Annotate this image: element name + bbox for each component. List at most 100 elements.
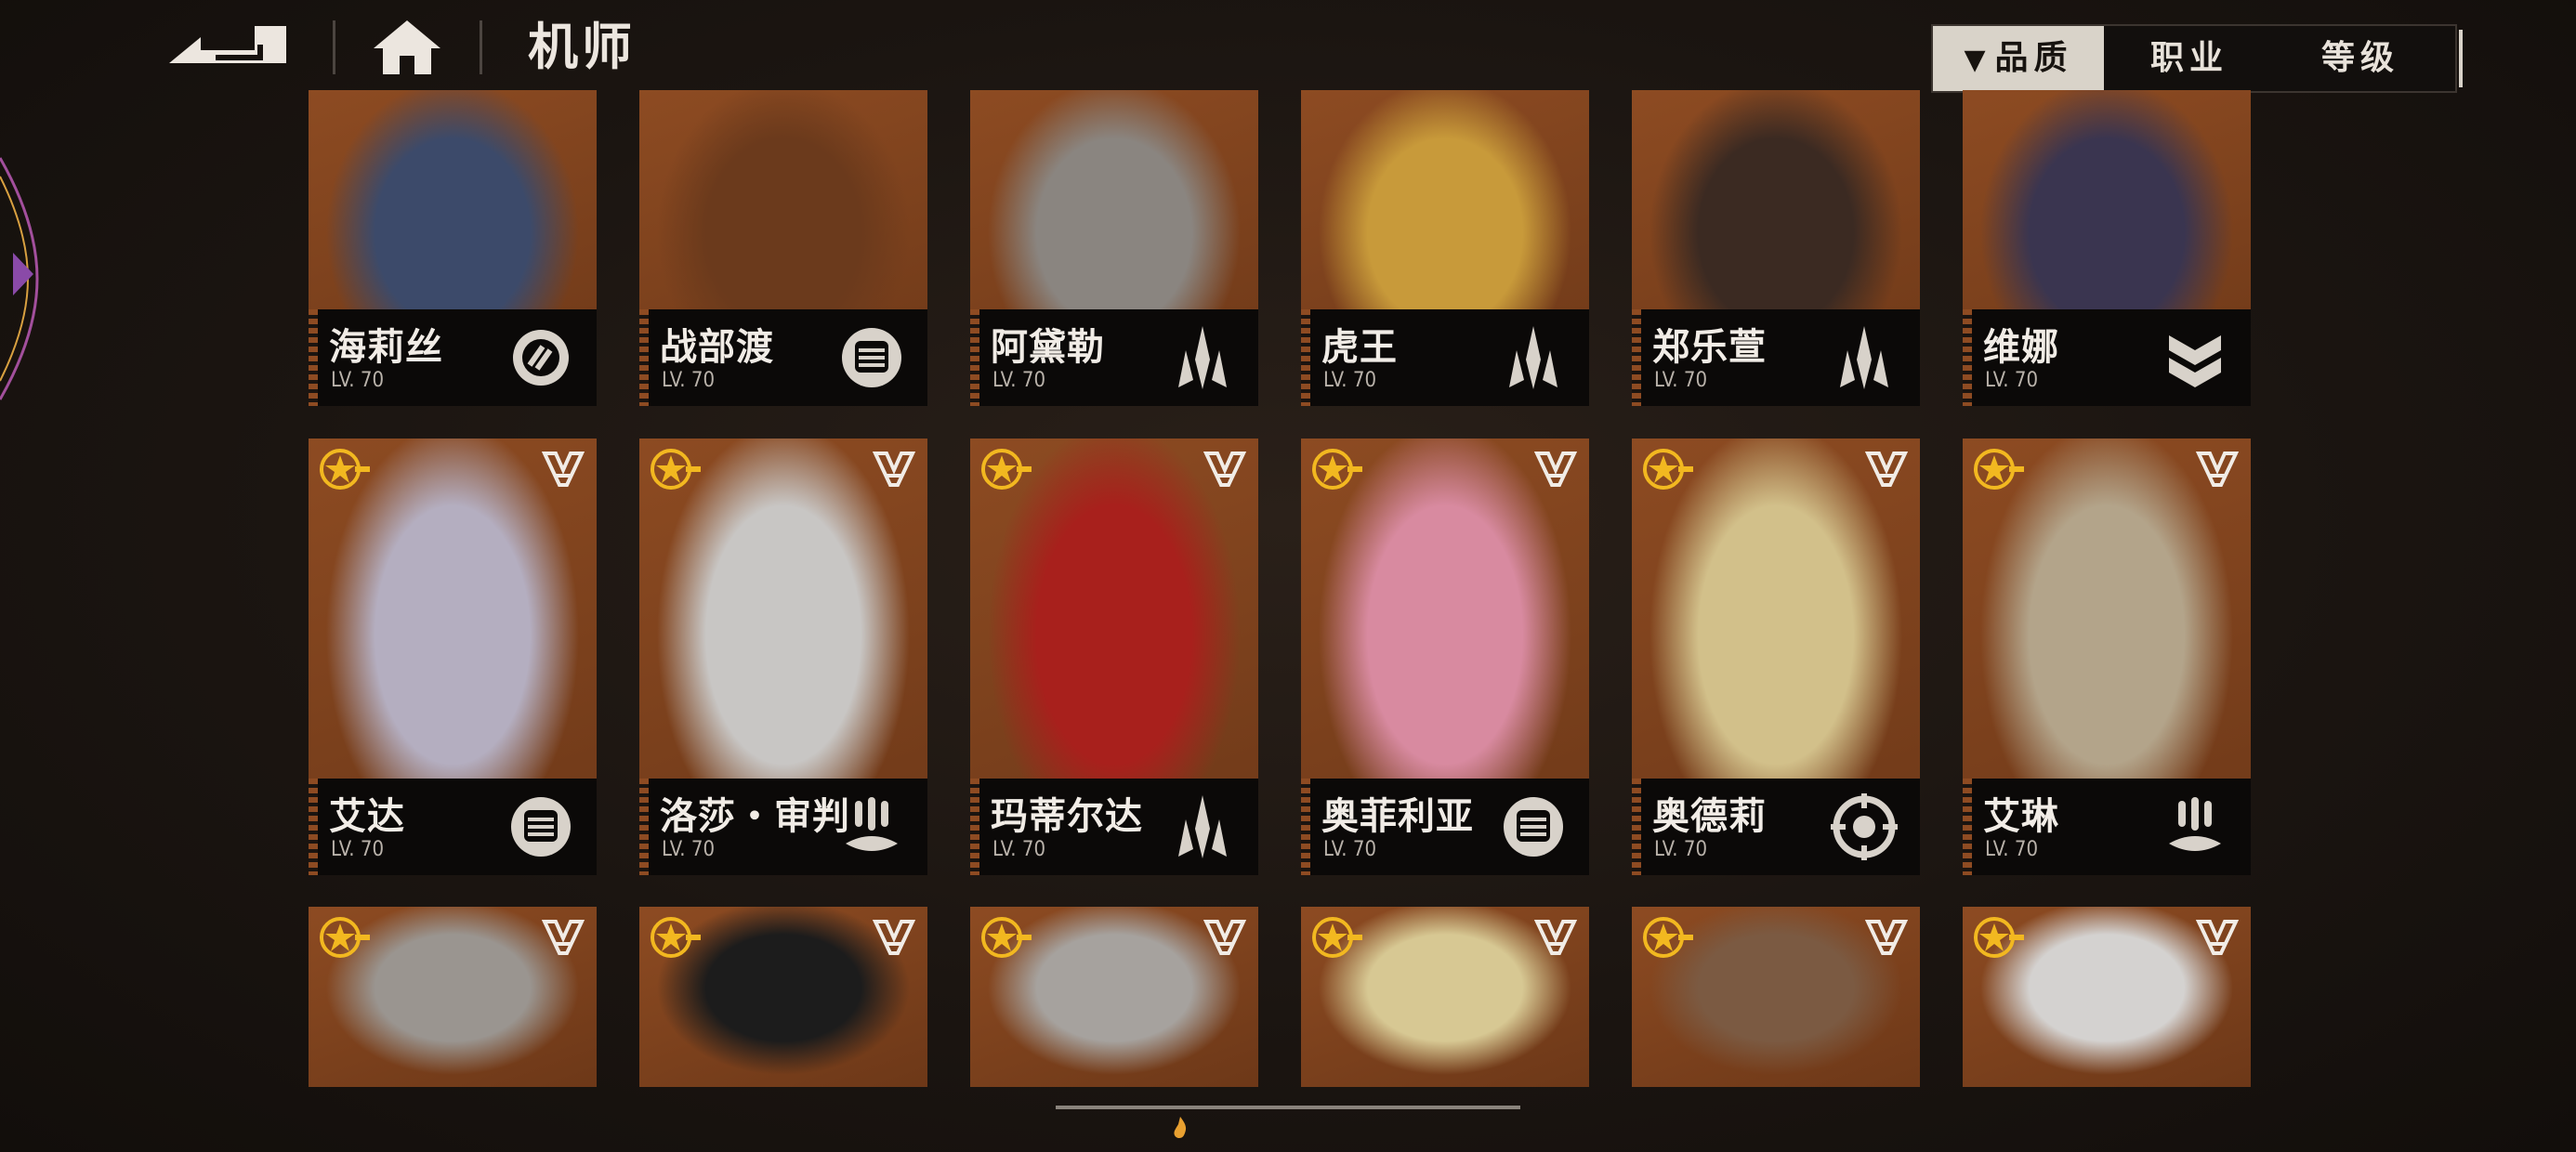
rank-star-icon <box>1643 449 1693 490</box>
pilot-card[interactable]: 郑乐萱 LV. 70 <box>1632 90 1920 406</box>
pilot-card[interactable] <box>1301 907 1589 1087</box>
pilot-name: 阿黛勒 <box>991 326 1105 369</box>
faction-emblem-icon <box>1533 920 1578 955</box>
pilot-name: 郑乐萱 <box>1652 326 1767 369</box>
pilot-level: LV. 70 <box>1323 838 1377 861</box>
sort-tab-level[interactable]: 等级 <box>2275 26 2446 91</box>
pilot-card[interactable]: 玛蒂尔达 LV. 70 <box>970 439 1258 875</box>
pilot-level: LV. 70 <box>662 369 716 392</box>
pilot-card[interactable]: 奥德莉 LV. 70 <box>1632 439 1920 875</box>
pilot-nameplate: 艾达 LV. 70 <box>309 779 597 875</box>
home-icon <box>374 20 440 74</box>
pilot-card[interactable]: 洛莎・审判 LV. 70 <box>639 439 927 875</box>
flame-marker-icon <box>1174 1117 1187 1138</box>
home-button[interactable] <box>370 15 444 80</box>
pilot-name: 虎王 <box>1321 326 1398 369</box>
faction-emblem-icon <box>1864 920 1909 955</box>
pilot-name: 艾达 <box>329 795 405 838</box>
rank-star-icon <box>651 449 701 490</box>
pilot-nameplate: 战部渡 LV. 70 <box>639 309 927 406</box>
chevron-rank-class-icon <box>2169 335 2221 387</box>
missile-class-icon <box>2169 797 2221 851</box>
pilot-card[interactable]: 阿黛勒 LV. 70 <box>970 90 1258 406</box>
pilot-nameplate: 虎王 LV. 70 <box>1301 309 1589 406</box>
pilot-level: LV. 70 <box>1654 838 1708 861</box>
pilot-card[interactable] <box>639 907 927 1087</box>
sort-tab-profession[interactable]: 职业 <box>2104 26 2275 91</box>
pilot-level: LV. 70 <box>1323 369 1377 392</box>
header-divider <box>480 20 482 74</box>
rank-star-icon <box>1643 917 1693 958</box>
roster-screen: 机师 ▼ 品质 职业 等级 海莉丝 LV. 70 战部渡 LV. 70 阿黛勒 LV. 70… <box>0 0 2576 1152</box>
rank-star-icon <box>320 449 370 490</box>
pilot-card[interactable]: 海莉丝 LV. 70 <box>309 90 597 406</box>
pilot-card[interactable] <box>1632 907 1920 1087</box>
pilot-card[interactable]: 艾琳 LV. 70 <box>1963 439 2251 875</box>
pilot-level: LV. 70 <box>662 838 716 861</box>
missile-class-icon <box>846 797 898 851</box>
pilot-name: 洛莎・审判 <box>660 795 850 838</box>
pilot-card[interactable]: 战部渡 LV. 70 <box>639 90 927 406</box>
faction-emblem-icon <box>2195 452 2240 487</box>
rank-star-icon <box>981 449 1032 490</box>
pilot-name: 战部渡 <box>660 326 774 369</box>
blade-class-icon <box>1840 326 1888 389</box>
pilot-nameplate: 艾琳 LV. 70 <box>1963 779 2251 875</box>
blade-class-icon <box>1178 326 1227 389</box>
scrollbar[interactable] <box>1056 1106 1520 1109</box>
faction-emblem-icon <box>2195 920 2240 955</box>
faction-emblem-icon <box>1864 452 1909 487</box>
rank-star-icon <box>1312 917 1362 958</box>
fist-class-icon <box>842 328 901 387</box>
pilot-card[interactable] <box>1963 907 2251 1087</box>
back-button[interactable] <box>158 17 297 76</box>
pilot-card[interactable]: 艾达 LV. 70 <box>309 439 597 875</box>
rank-star-icon <box>651 917 701 958</box>
pilot-nameplate: 维娜 LV. 70 <box>1963 309 2251 406</box>
rank-star-icon <box>1974 449 2024 490</box>
pilot-nameplate: 洛莎・审判 LV. 70 <box>639 779 927 875</box>
pilot-nameplate: 海莉丝 LV. 70 <box>309 309 597 406</box>
fist-class-icon <box>1504 797 1563 857</box>
pilot-card[interactable] <box>970 907 1258 1087</box>
pilot-nameplate: 阿黛勒 LV. 70 <box>970 309 1258 406</box>
faction-emblem-icon <box>872 452 916 487</box>
pilot-name: 奥菲利亚 <box>1321 795 1474 838</box>
pilot-level: LV. 70 <box>992 369 1046 392</box>
side-drawer-handle-icon[interactable] <box>0 139 65 418</box>
scrollbar-thumb[interactable] <box>1056 1106 1520 1109</box>
pilot-name: 玛蒂尔达 <box>991 795 1143 838</box>
pilot-card[interactable]: 奥菲利亚 LV. 70 <box>1301 439 1589 875</box>
pilot-nameplate: 玛蒂尔达 LV. 70 <box>970 779 1258 875</box>
pilot-level: LV. 70 <box>1985 369 2039 392</box>
blade-class-icon <box>1509 326 1557 389</box>
target-class-icon <box>1831 793 1898 860</box>
pilot-name: 奥德莉 <box>1652 795 1767 838</box>
faction-emblem-icon <box>1203 920 1247 955</box>
blade-class-icon <box>1178 795 1227 858</box>
page-title: 机师 <box>528 18 636 76</box>
pilot-name: 海莉丝 <box>329 326 443 369</box>
pilot-name: 维娜 <box>1983 326 2059 369</box>
fist-class-icon <box>511 797 571 857</box>
rank-star-icon <box>1312 449 1362 490</box>
rank-star-icon <box>1974 917 2024 958</box>
faction-emblem-icon <box>1203 452 1247 487</box>
pilot-card[interactable] <box>309 907 597 1087</box>
rank-star-icon <box>320 917 370 958</box>
gauge-class-icon <box>513 330 569 386</box>
faction-emblem-icon <box>1533 452 1578 487</box>
pilot-name: 艾琳 <box>1983 795 2059 838</box>
pilot-card[interactable]: 虎王 LV. 70 <box>1301 90 1589 406</box>
pilot-level: LV. 70 <box>1985 838 2039 861</box>
faction-emblem-icon <box>872 920 916 955</box>
pilot-card[interactable]: 维娜 LV. 70 <box>1963 90 2251 406</box>
rank-star-icon <box>981 917 1032 958</box>
faction-emblem-icon <box>541 452 585 487</box>
pilot-level: LV. 70 <box>331 369 385 392</box>
sort-tab-quality[interactable]: ▼ 品质 <box>1933 26 2104 91</box>
pilot-nameplate: 奥德莉 LV. 70 <box>1632 779 1920 875</box>
pilot-nameplate: 奥菲利亚 LV. 70 <box>1301 779 1589 875</box>
chevron-down-icon: ▼ <box>1964 44 1991 76</box>
pilot-nameplate: 郑乐萱 LV. 70 <box>1632 309 1920 406</box>
